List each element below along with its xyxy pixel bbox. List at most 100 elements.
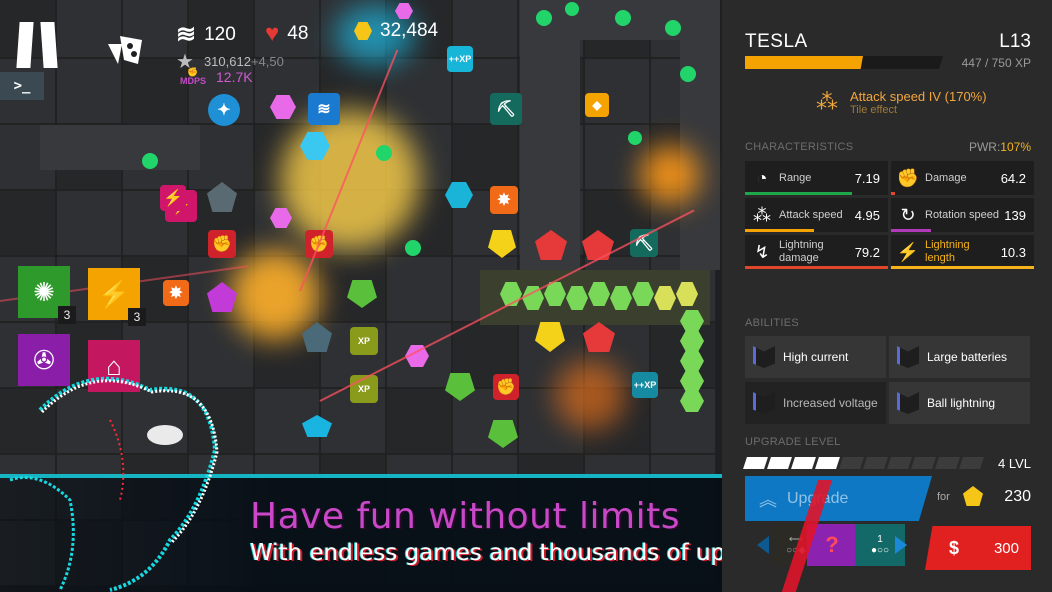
waves-icon: ≋ [176,21,197,48]
ability-increased-voltage[interactable]: Increased voltage [745,382,886,424]
mining-tower[interactable]: ⛏ [630,229,658,257]
game-screen: ✦ ≋ ⛏ ◆ ++XP ⚡ ✊ ✊ ✸ ⛏ XP XP ✊ ++XP ✸ ⚡ [0,0,1052,592]
xp-progress-bar [745,56,943,69]
tower-name: TESLA [745,31,808,52]
xp-tower[interactable]: XP [350,327,378,355]
console-button[interactable]: >_ [0,72,44,100]
prev-mod-arrow[interactable] [757,536,769,554]
range-icon: ◔ [756,167,768,188]
grid-tile[interactable] [386,256,452,322]
upgrade-level-segment [863,457,888,469]
enemy [142,153,158,169]
stat-range: ◔ Range 7.19 [745,161,888,195]
explosion-glow [555,360,625,430]
stat-label: Attack speed [779,208,843,221]
game-logo-icon[interactable] [104,30,144,70]
mdps-fist-icon: ✊ MDPS [180,68,206,86]
tesla-tower[interactable]: ✦ [208,94,240,126]
upgrade-level-segment [935,457,960,469]
stat-bar [891,192,896,195]
tower[interactable]: ≋ [308,93,340,125]
ability-icon [753,392,775,414]
upgrade-level-segment [815,457,840,469]
mining-tower[interactable]: ⛏ [490,93,522,125]
explosion-glow [280,110,420,250]
grid-tile[interactable] [386,58,452,124]
xp-tower[interactable]: ++XP [447,46,473,72]
waves-value: 120 [204,23,236,45]
upgrade-level-segment [959,457,984,469]
ability-high-current[interactable]: High current [745,336,886,378]
upgrade-level-segment [743,457,768,469]
explosion-glow [640,145,700,205]
grid-tile[interactable] [452,124,518,190]
enemy [565,2,579,16]
xp-text: 447 / 750 XP [961,56,1031,70]
glitch-character-art [9,376,219,592]
double-chevron-up-icon: ︽ [759,489,777,510]
stat-label: Range [779,171,812,184]
mdps-label: MDPS [180,76,207,86]
attack-speed-icon: ⁂ [753,204,771,225]
upgrade-button[interactable]: ︽ Upgrade [745,476,932,521]
heart-icon: ♥ [265,20,280,47]
abilities-heading: ABILITIES [745,317,800,329]
stat-value: 7.19 [854,170,880,186]
lives-counter: ♥ 48 [265,20,308,48]
stat-bar [891,266,1034,269]
ability-label: Large batteries [927,350,1008,364]
mdps-row: ✊ MDPS 12.7K [180,68,253,86]
stat-bar [745,192,853,195]
explosion-glow [230,250,320,340]
tile-count: 3 [128,308,146,326]
coins-counter: 32,484 [354,20,438,42]
grid-tile[interactable] [0,190,56,256]
upgrade-level-bar [743,457,984,469]
road-segment [520,0,580,270]
attack-speed-icon: ⁂ [816,89,838,114]
stat-bar [891,229,932,232]
grid-tile[interactable] [56,190,122,256]
tower[interactable]: ✸ [490,186,518,214]
unknown-mod-icon: ? [825,532,839,557]
for-label: for [937,491,950,503]
flak-icon: ⚡ [97,278,131,309]
tower[interactable]: ⚡ [160,185,186,211]
drop-mod-icon: ●○○ [870,545,890,556]
damage-tower[interactable]: ✊ [493,374,519,400]
pause-icon-bar [40,22,58,68]
tile-effect-title: Attack speed IV (170%) [850,88,987,104]
damage-tower[interactable]: ✊ [208,230,236,258]
enemy [376,145,392,161]
stat-damage: ✊ Damage 64.2 [891,161,1034,195]
tower[interactable]: ✸ [163,280,189,306]
tile-effect: ⁂ Attack speed IV (170%) Tile effect [812,87,987,117]
stat-lightning-damage: ↯ Lightning damage 79.2 [745,235,888,269]
tower[interactable]: ◆ [585,93,609,117]
explosion-icon: ✺ [33,276,55,307]
tile-card-explosion[interactable]: ✺ 3 [18,266,76,324]
stat-attack-speed: ⁂ Attack speed 4.95 [745,198,888,232]
stat-value: 79.2 [854,244,880,260]
lives-value: 48 [287,23,309,44]
stat-rotation-speed: ↻ Rotation speed 139 [891,198,1034,232]
ability-label: High current [783,350,849,364]
stat-label: Lightning damage [779,239,824,264]
pwr-label: PWR: [968,140,1001,154]
waves-counter: ≋ 120 [176,20,236,49]
ability-ball-lightning[interactable]: Ball lightning [889,382,1030,424]
grid-tile[interactable] [386,388,452,454]
xp-tower[interactable]: ++XP [632,372,658,398]
ability-icon [753,346,775,368]
pause-button[interactable] [16,22,64,70]
ability-large-batteries[interactable]: Large batteries [889,336,1030,378]
tile-card-flak[interactable]: ⚡ 3 [88,268,146,326]
mdps-value: 12.7K [216,69,253,85]
next-mod-arrow[interactable] [895,536,907,554]
sell-button[interactable]: $ 300 [925,526,1031,570]
score-delta: +4,50 [250,54,284,69]
ability-label: Ball lightning [927,396,996,410]
upgrade-level-heading: UPGRADE LEVEL [745,436,841,448]
upgrade-level-segment [791,457,816,469]
stat-label: Lightning length [925,239,970,264]
